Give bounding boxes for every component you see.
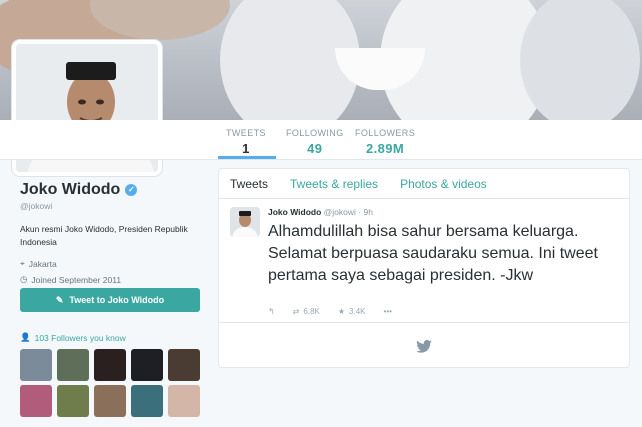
reply-icon[interactable]: ↰ [268,307,275,316]
follower-avatar[interactable] [168,349,200,381]
timeline-panel: Tweets Tweets & replies Photos & videos … [218,168,630,368]
tweet-to-label: Tweet to Joko Widodo [69,295,165,305]
followers-icon: 👤 [20,332,31,342]
tweet-header: Joko Widodo @jokowi · 9h [268,207,373,217]
retweet-count: 6.8K [303,307,320,316]
compose-icon: ✎ [55,294,64,305]
tweet-text: Alhamdulillah bisa sahur bersama keluarg… [268,223,598,284]
tweet-time[interactable]: · 9h [358,207,373,217]
follower-avatar[interactable] [168,385,200,417]
stat-followers-value: 2.89M [365,141,405,156]
followers-you-know-text: 103 Followers you know [34,332,126,343]
stat-tweets[interactable]: TWEETS 1 [226,128,266,156]
more-icon[interactable]: ••• [384,307,392,316]
favorite-icon: ★ [337,307,346,316]
stat-following-value: 49 [307,141,323,156]
retweet-icon: ⇄ [292,307,300,316]
follower-avatar[interactable] [94,349,126,381]
followers-thumbnail-grid [20,349,204,417]
follower-avatar[interactable] [131,385,163,417]
tweet-avatar[interactable] [230,207,260,237]
follower-avatar[interactable] [94,385,126,417]
profile-navbar: TWEETS 1 FOLLOWING 49 FOLLOWERS 2.89M [0,120,642,160]
favorite-count: 3.4K [349,307,366,316]
profile-name-text: Joko Widodo [20,181,121,198]
profile-name: Joko Widodo ✓ [20,181,210,199]
active-stat-indicator [218,156,276,159]
follower-avatar[interactable] [20,349,52,381]
tweet-handle[interactable]: @jokowi [324,207,356,217]
stat-following-label: FOLLOWING [286,128,344,138]
verified-icon: ✓ [125,184,138,196]
follower-avatar[interactable] [131,349,163,381]
followers-you-know-link[interactable]: 👤 103 Followers you know [20,332,126,343]
stat-tweets-label: TWEETS [226,128,266,138]
joined-text: Joined September 2011 [31,274,122,285]
tweet-to-button[interactable]: ✎ Tweet to Joko Widodo [20,288,200,312]
clock-icon: ◷ [20,274,28,284]
stat-followers[interactable]: FOLLOWERS 2.89M [355,128,415,156]
tab-tweets[interactable]: Tweets [230,177,268,191]
profile-handle[interactable]: @jokowi [20,201,210,211]
profile-joined: ◷ Joined September 2011 [20,274,210,285]
timeline-footer [219,325,629,367]
profile-bio: Akun resmi Joko Widodo, Presiden Republi… [20,224,188,247]
follower-avatar[interactable] [20,385,52,417]
tweet-author[interactable]: Joko Widodo [268,207,321,217]
tweet-actions: ↰ ⇄ 6.8K ★ 3.4K ••• [268,307,392,316]
follower-avatar[interactable] [57,349,89,381]
profile-card: Joko Widodo ✓ @jokowi Akun resmi Joko Wi… [20,181,210,285]
location-text: Jakarta [28,258,57,269]
profile-location: ⌖ Jakarta [20,258,210,269]
bird-icon [416,339,432,353]
tweet-item[interactable]: Joko Widodo @jokowi · 9h Alhamdulillah b… [219,199,629,323]
tab-tweets-replies[interactable]: Tweets & replies [290,177,378,191]
retweet-action[interactable]: ⇄ 6.8K [293,307,320,316]
stat-followers-label: FOLLOWERS [355,128,416,138]
stat-following[interactable]: FOLLOWING 49 [286,128,344,156]
follower-avatar[interactable] [57,385,89,417]
location-icon: ⌖ [20,258,25,268]
tab-photos-videos[interactable]: Photos & videos [400,177,487,191]
favorite-action[interactable]: ★ 3.4K [338,307,366,316]
timeline-tabs: Tweets Tweets & replies Photos & videos [219,169,629,199]
stat-tweets-value: 1 [242,141,250,156]
